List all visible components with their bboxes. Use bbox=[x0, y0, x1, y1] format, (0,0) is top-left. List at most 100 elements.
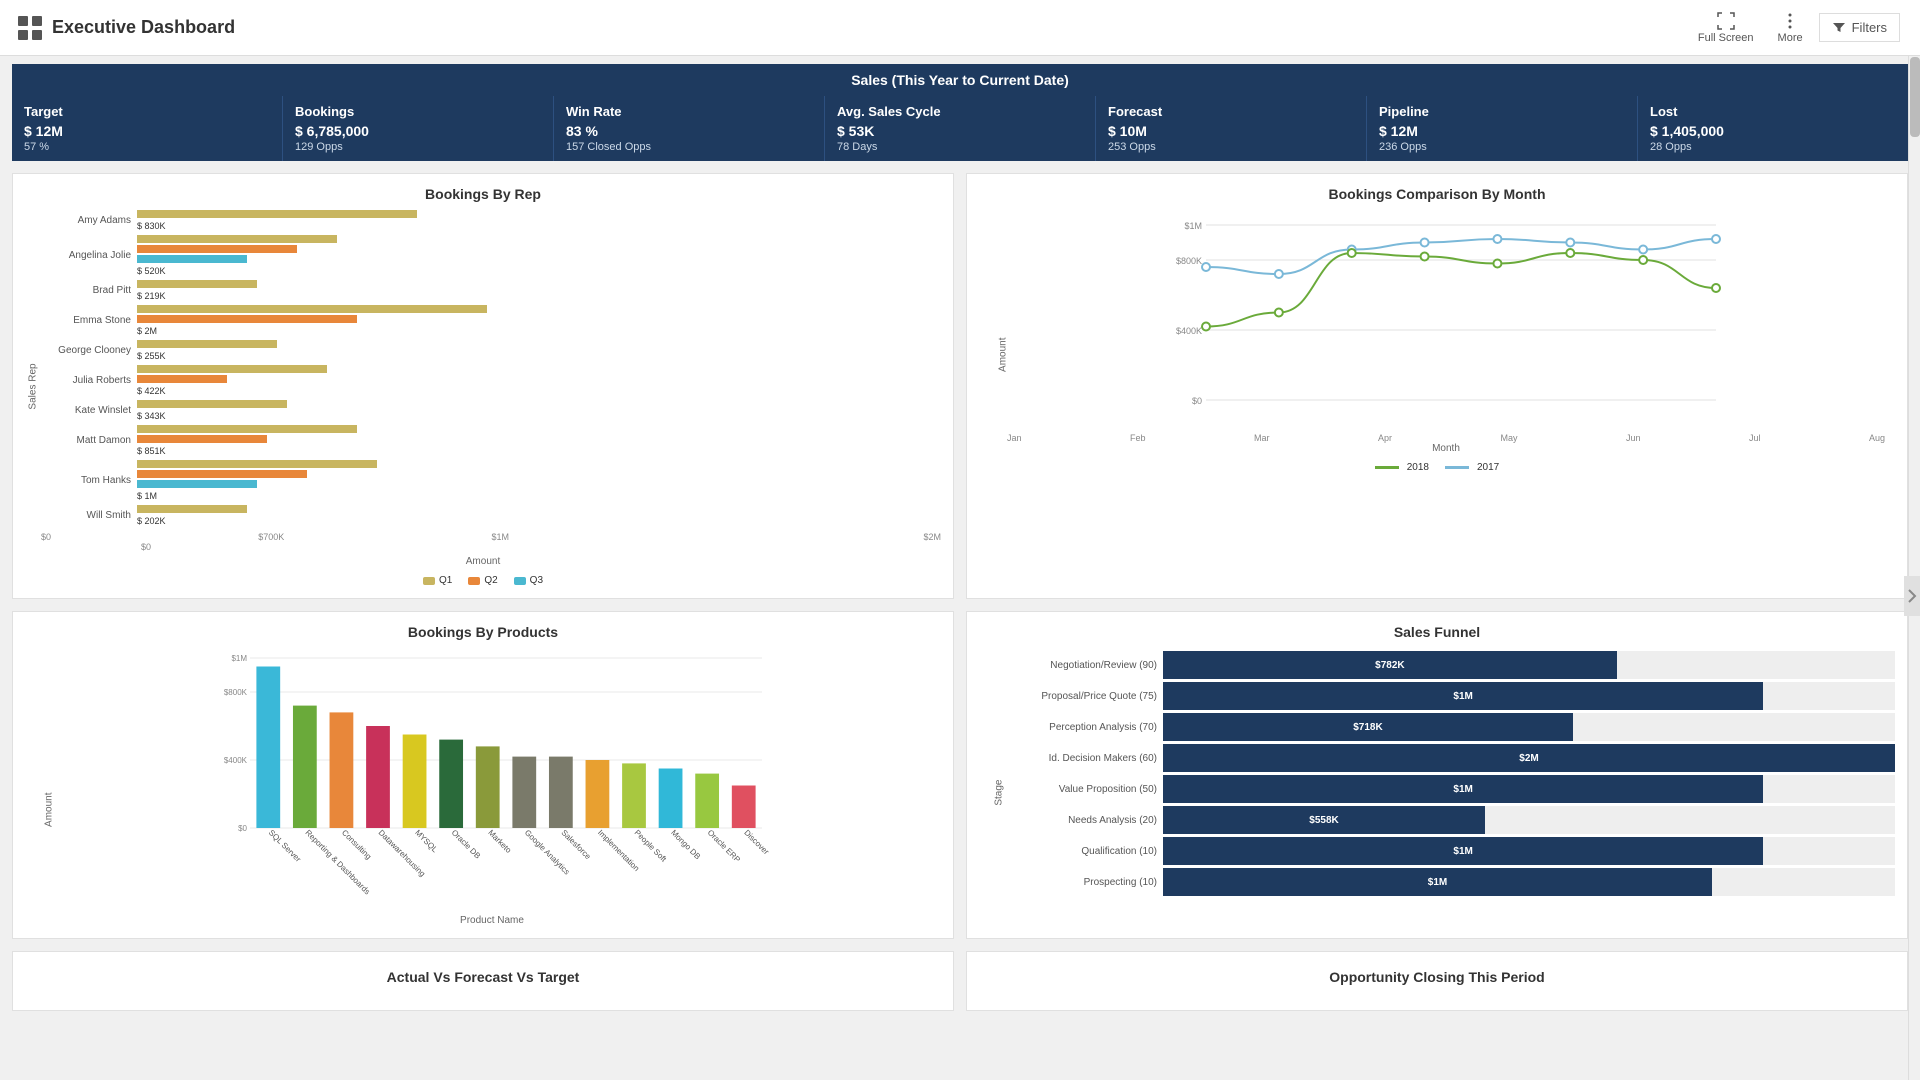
hbar-bar-fill bbox=[137, 365, 327, 373]
svg-text:$400K: $400K bbox=[224, 756, 248, 765]
x-tick: Jun bbox=[1626, 433, 1641, 443]
opportunity-closing-title: Opportunity Closing This Period bbox=[1329, 969, 1544, 985]
hbar-bar-fill bbox=[137, 425, 357, 433]
products-y-label: Amount bbox=[44, 793, 55, 827]
dashboard-icon bbox=[16, 14, 44, 42]
kpi-label: Bookings bbox=[295, 104, 541, 119]
fullscreen-icon bbox=[1717, 12, 1735, 30]
comparison-legend-item: 2017 bbox=[1445, 462, 1499, 473]
chart-grid-row1: Bookings By Rep Sales Rep Amy Adams$ 830… bbox=[12, 173, 1908, 599]
filters-button[interactable]: Filters bbox=[1819, 13, 1900, 42]
bookings-comparison-title: Bookings Comparison By Month bbox=[979, 186, 1895, 202]
x-tick: Mar bbox=[1254, 433, 1270, 443]
hbar-bars-wrap: $ 219K bbox=[137, 280, 941, 301]
app-title: Executive Dashboard bbox=[52, 17, 235, 38]
funnel-bar-fill: $1M bbox=[1163, 868, 1712, 896]
hbar-bar-fill bbox=[137, 480, 257, 488]
kpi-item: Lost $ 1,405,000 28 Opps bbox=[1638, 96, 1908, 161]
funnel-row: Prospecting (10)$1M bbox=[997, 868, 1895, 896]
hbar-rep-name: Kate Winslet bbox=[41, 405, 131, 416]
hbar-bar-fill bbox=[137, 255, 247, 263]
scrollbar-track[interactable] bbox=[1908, 56, 1920, 1080]
hbar-bars-wrap: $ 202K bbox=[137, 505, 941, 526]
funnel-row: Needs Analysis (20)$558K bbox=[997, 806, 1895, 834]
kpi-value: $ 12M bbox=[1379, 123, 1625, 139]
legend-line bbox=[1445, 466, 1469, 469]
x-tick: May bbox=[1500, 433, 1517, 443]
sales-banner-title: Sales (This Year to Current Date) bbox=[851, 72, 1069, 88]
hbar-bar-fill bbox=[137, 470, 307, 478]
full-screen-button[interactable]: Full Screen bbox=[1690, 8, 1762, 48]
funnel-bar-fill: $1M bbox=[1163, 682, 1763, 710]
scrollbar-thumb[interactable] bbox=[1910, 57, 1920, 137]
kpi-sub: 28 Opps bbox=[1650, 141, 1896, 153]
funnel-bar-fill: $782K bbox=[1163, 651, 1617, 679]
rep-x-axis-label: Amount bbox=[25, 556, 941, 567]
hbar-rep-name: Will Smith bbox=[41, 510, 131, 521]
svg-text:MYSQL: MYSQL bbox=[413, 828, 440, 855]
rep-legend-item: Q2 bbox=[468, 575, 497, 586]
funnel-row: Perception Analysis (70) $718K bbox=[997, 713, 1895, 741]
funnel-bar-fill: $1M bbox=[1163, 837, 1763, 865]
svg-text:Oracle ERP: Oracle ERP bbox=[706, 828, 742, 864]
kpi-value: $ 53K bbox=[837, 123, 1083, 139]
hbar-bar-fill bbox=[137, 245, 297, 253]
hbar-row: Tom Hanks$ 1M bbox=[41, 460, 941, 501]
kpi-label: Win Rate bbox=[566, 104, 812, 119]
comparison-x-label: Month bbox=[997, 443, 1895, 454]
funnel-bar-wrap: $558K bbox=[1163, 806, 1895, 834]
legend-label: Q1 bbox=[439, 575, 452, 586]
hbar-bar-row bbox=[137, 375, 941, 383]
header-actions: Full Screen More Filters bbox=[1690, 8, 1900, 48]
kpi-label: Lost bbox=[1650, 104, 1896, 119]
funnel-bar-wrap: $2M bbox=[1163, 744, 1895, 772]
kpi-item: Avg. Sales Cycle $ 53K 78 Days bbox=[825, 96, 1096, 161]
hbar-bar-row bbox=[137, 210, 941, 218]
opportunity-closing-card: Opportunity Closing This Period bbox=[966, 951, 1908, 1011]
hbar-value-label: $ 219K bbox=[137, 291, 941, 301]
svg-text:Salesforce: Salesforce bbox=[559, 828, 592, 861]
svg-text:Mongo DB: Mongo DB bbox=[669, 828, 702, 861]
kpi-sub: 236 Opps bbox=[1379, 141, 1625, 153]
funnel-bar-fill: $718K bbox=[1163, 713, 1573, 741]
hbar-rows: Amy Adams$ 830KAngelina Jolie$ 520KBrad … bbox=[41, 210, 941, 526]
hbar-value-label: $ 851K bbox=[137, 446, 941, 456]
hbar-bar-row bbox=[137, 425, 941, 433]
hbar-bars-wrap: $ 422K bbox=[137, 365, 941, 396]
kpi-value: $ 6,785,000 bbox=[295, 123, 541, 139]
funnel-stage-label: Perception Analysis (70) bbox=[997, 722, 1157, 733]
hbar-bar-row bbox=[137, 235, 941, 243]
hbar-value-label: $ 830K bbox=[137, 221, 941, 231]
kpi-item: Win Rate 83 % 157 Closed Opps bbox=[554, 96, 825, 161]
kpi-label: Pipeline bbox=[1379, 104, 1625, 119]
rep-legend-item: Q3 bbox=[514, 575, 543, 586]
main-content: Sales (This Year to Current Date) Target… bbox=[0, 56, 1920, 1080]
svg-text:Oracle DB: Oracle DB bbox=[450, 828, 482, 860]
funnel-stage-label: Negotiation/Review (90) bbox=[997, 660, 1157, 671]
right-collapse-arrow[interactable] bbox=[1904, 576, 1920, 616]
svg-text:$1M: $1M bbox=[231, 654, 247, 663]
comparison-legend-item: 2018 bbox=[1375, 462, 1429, 473]
kpi-sub: 253 Opps bbox=[1108, 141, 1354, 153]
more-button[interactable]: More bbox=[1770, 8, 1811, 48]
kpi-label: Target bbox=[24, 104, 270, 119]
svg-text:$800K: $800K bbox=[224, 688, 248, 697]
svg-text:$400K: $400K bbox=[1176, 326, 1202, 336]
rep-y-axis-label: Sales Rep bbox=[28, 363, 39, 409]
funnel-stage-label: Id. Decision Makers (60) bbox=[997, 753, 1157, 764]
hbar-rep-name: Amy Adams bbox=[41, 215, 131, 226]
funnel-stage-label: Value Proposition (50) bbox=[997, 784, 1157, 795]
svg-text:SQL Server: SQL Server bbox=[267, 828, 303, 864]
hbar-bar-row bbox=[137, 435, 941, 443]
hbar-rep-name: George Clooney bbox=[41, 345, 131, 356]
funnel-stage-label: Qualification (10) bbox=[997, 846, 1157, 857]
hbar-bar-fill bbox=[137, 210, 417, 218]
hbar-row: Will Smith $ 202K bbox=[41, 505, 941, 526]
legend-color bbox=[514, 577, 526, 585]
x-tick: Jul bbox=[1749, 433, 1761, 443]
legend-label: Q3 bbox=[530, 575, 543, 586]
svg-text:Discover: Discover bbox=[742, 828, 771, 857]
hbar-bars-wrap: $ 851K bbox=[137, 425, 941, 456]
hbar-row: Julia Roberts$ 422K bbox=[41, 365, 941, 396]
hbar-bar-row bbox=[137, 480, 941, 488]
